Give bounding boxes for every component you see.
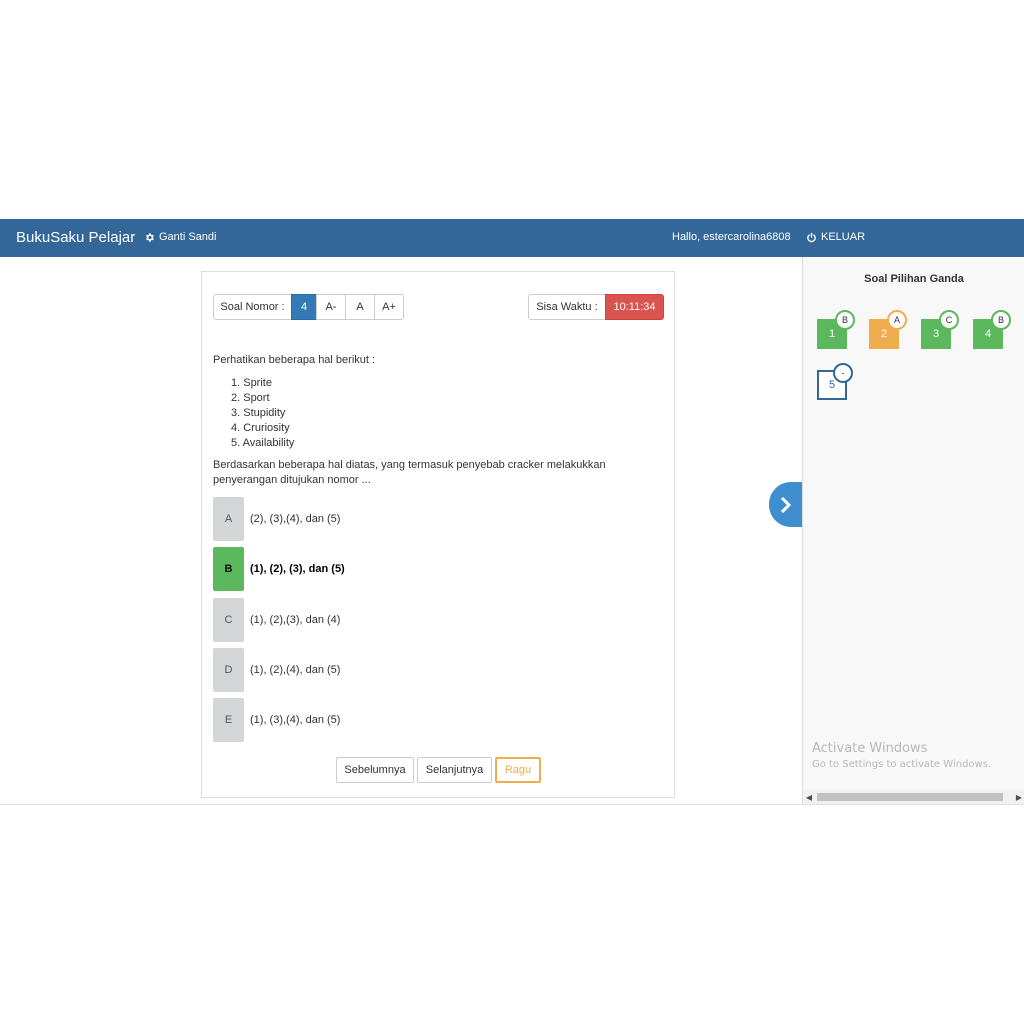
question-nav-number: 3 [932, 328, 940, 340]
question-number-label: Soal Nomor : [213, 294, 292, 320]
option-key[interactable]: D [213, 648, 244, 692]
question-list-item: 4. Cruriosity [231, 422, 290, 434]
scrollbar-thumb[interactable] [817, 793, 1003, 801]
watermark-subtitle: Go to Settings to activate Windows. [812, 759, 992, 770]
option-key[interactable]: B [213, 547, 244, 591]
time-remaining-value: 10:11:34 [605, 294, 664, 320]
question-list-item: 3. Stupidity [231, 407, 286, 419]
scroll-right-icon[interactable]: ▶ [1013, 790, 1024, 804]
activation-watermark: Activate Windows Go to Settings to activ… [812, 741, 991, 770]
option-text: (1), (2),(4), dan (5) [250, 664, 341, 676]
font-increase-button[interactable]: A+ [374, 294, 404, 320]
gear-icon [146, 232, 154, 242]
question-navigator-sidebar: Soal Pilihan Ganda 1 B 2 A 3 C 4 B 5 - A… [802, 257, 1024, 804]
option-text: (2), (3),(4), dan (5) [250, 513, 341, 525]
doubt-button[interactable]: Ragu [495, 757, 541, 783]
question-nav-5[interactable]: 5 - [817, 363, 853, 400]
timer-group: Sisa Waktu : 10:11:34 [528, 294, 664, 320]
question-list-item: 2. Sport [231, 392, 270, 404]
scroll-left-icon[interactable]: ◀ [803, 790, 815, 804]
question-nav-number: 1 [828, 328, 836, 340]
question-nav-number: 2 [880, 328, 888, 340]
answer-badge: C [939, 310, 959, 330]
app-brand[interactable]: BukuSaku Pelajar [16, 229, 135, 246]
sidebar-toggle-button[interactable] [769, 482, 803, 527]
option-d[interactable]: D (1), (2),(4), dan (5) [213, 648, 340, 692]
time-remaining-label: Sisa Waktu : [528, 294, 606, 320]
option-a[interactable]: A (2), (3),(4), dan (5) [213, 497, 340, 541]
logout-link[interactable]: KELUAR [806, 231, 865, 243]
font-decrease-button[interactable]: A- [316, 294, 346, 320]
horizontal-scrollbar[interactable]: ◀ ▶ [803, 790, 1024, 804]
option-key[interactable]: E [213, 698, 244, 742]
option-text: (1), (2),(3), dan (4) [250, 614, 341, 626]
option-text: (1), (2), (3), dan (5) [250, 563, 345, 575]
next-button[interactable]: Selanjutnya [417, 757, 492, 783]
option-key[interactable]: A [213, 497, 244, 541]
question-panel: Soal Nomor : 4 A- A A+ Sisa Waktu : 10:1… [201, 271, 675, 798]
chevron-right-icon [780, 496, 792, 513]
question-nav-3[interactable]: 3 C [921, 310, 959, 349]
change-password-link[interactable]: Ganti Sandi [144, 231, 216, 243]
question-nav-number: 5 [828, 379, 836, 391]
sidebar-title: Soal Pilihan Ganda [864, 273, 964, 285]
question-number-group: Soal Nomor : 4 A- A A+ [213, 294, 404, 320]
question-number-badge: 4 [291, 294, 317, 320]
option-e[interactable]: E (1), (3),(4), dan (5) [213, 698, 340, 742]
option-b[interactable]: B (1), (2), (3), dan (5) [213, 547, 345, 591]
answer-badge: - [833, 363, 853, 383]
question-body: Berdasarkan beberapa hal diatas, yang te… [213, 459, 606, 486]
previous-button[interactable]: Sebelumnya [336, 757, 414, 783]
power-icon [807, 232, 816, 242]
question-intro: Perhatikan beberapa hal berikut : [213, 354, 376, 366]
question-list-item: 5. Availability [231, 437, 295, 449]
font-reset-button[interactable]: A [345, 294, 375, 320]
answer-badge: B [835, 310, 855, 330]
question-nav-number: 4 [984, 328, 992, 340]
question-nav-2[interactable]: 2 A [869, 310, 907, 349]
main-content: Soal Nomor : 4 A- A A+ Sisa Waktu : 10:1… [0, 257, 1024, 805]
option-key[interactable]: C [213, 598, 244, 642]
answer-badge: B [991, 310, 1011, 330]
top-navbar: BukuSaku Pelajar Ganti Sandi Hallo, este… [0, 219, 1024, 257]
logout-label: KELUAR [821, 231, 866, 243]
user-greeting: Hallo, estercarolina6808 [672, 231, 791, 243]
question-nav-4[interactable]: 4 B [973, 310, 1011, 349]
option-c[interactable]: C (1), (2),(3), dan (4) [213, 598, 340, 642]
watermark-title: Activate Windows [812, 741, 928, 756]
question-nav-1[interactable]: 1 B [817, 310, 855, 349]
option-text: (1), (3),(4), dan (5) [250, 714, 341, 726]
question-list: 1. Sprite 2. Sport 3. Stupidity 4. Cruri… [231, 376, 294, 451]
change-password-label: Ganti Sandi [159, 231, 217, 243]
answer-badge: A [887, 310, 907, 330]
question-list-item: 1. Sprite [231, 377, 272, 389]
